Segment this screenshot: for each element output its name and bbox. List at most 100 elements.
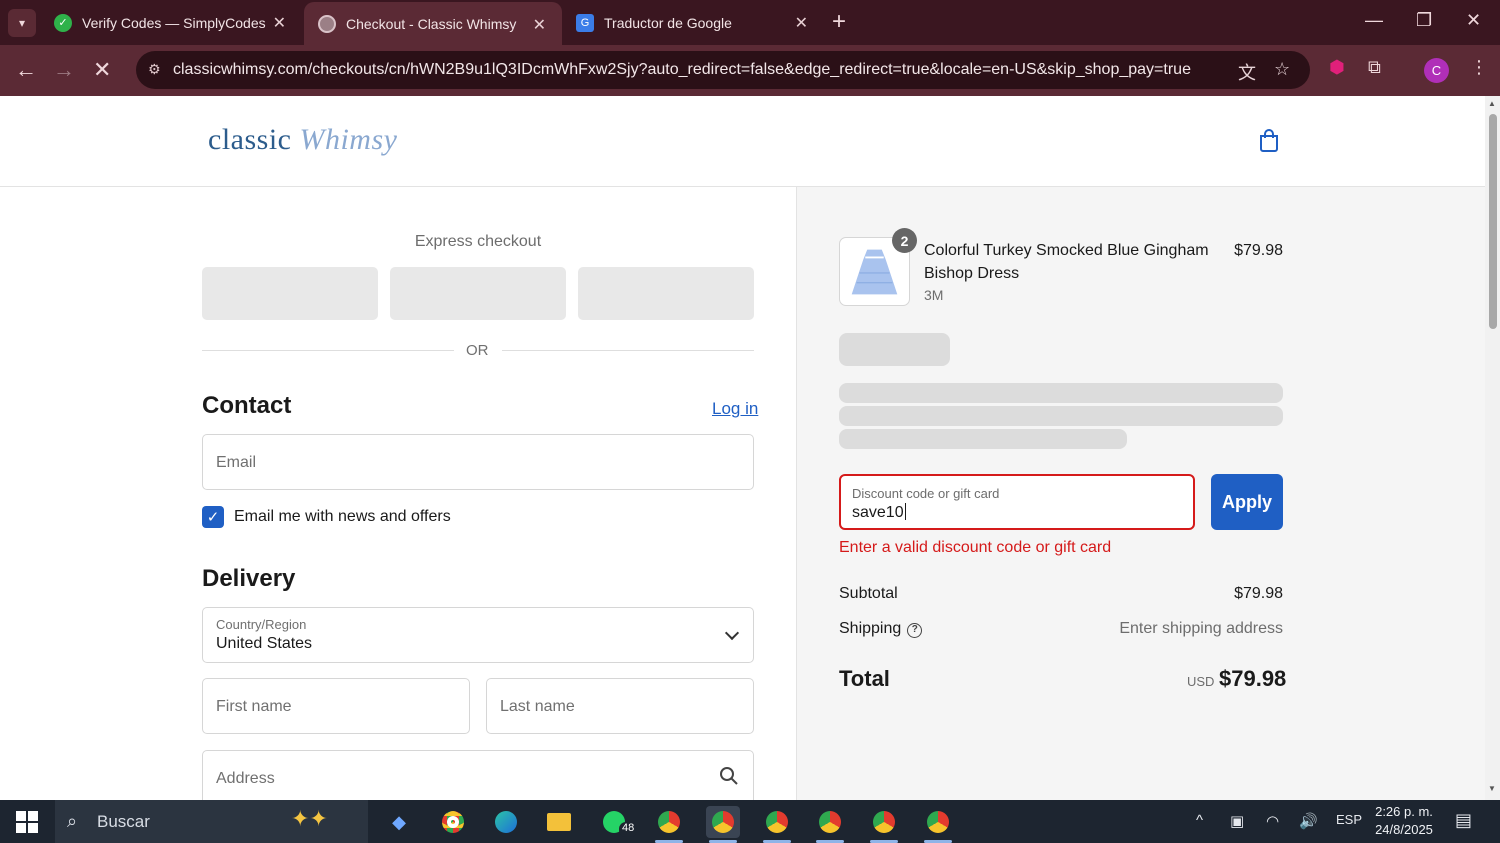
taskbar-search[interactable]: ⌕ Buscar ✦✦: [55, 800, 368, 843]
windows-start-icon[interactable]: [16, 811, 38, 833]
forward-icon[interactable]: →: [53, 57, 75, 83]
express-pay-button-3[interactable]: [578, 267, 754, 320]
checkout-page: classic Whimsy Express checkout OR Conta…: [0, 96, 1485, 800]
chrome-profile-app-icon[interactable]: [867, 806, 901, 843]
loading-skeleton: [839, 383, 1283, 403]
total-currency: USD: [1187, 674, 1215, 689]
new-tab-icon[interactable]: +: [832, 8, 846, 36]
address-bar[interactable]: ⚙ classicwhimsy.com/checkouts/cn/hWN2B9u…: [136, 51, 1310, 89]
store-header: classic Whimsy: [0, 96, 1485, 187]
text-caret: [904, 503, 906, 520]
discount-code-input[interactable]: Discount code or gift card save10: [839, 474, 1195, 530]
last-name-field[interactable]: Last name: [486, 678, 754, 734]
email-field[interactable]: Email: [202, 434, 754, 490]
chrome-profile-app-icon[interactable]: [760, 806, 794, 843]
tab-search-button[interactable]: ▾: [8, 9, 36, 37]
scroll-down-arrow-icon[interactable]: ▼: [1488, 784, 1496, 793]
system-clock[interactable]: 2:26 p. m. 24/8/2025: [1373, 803, 1435, 839]
loading-skeleton: [839, 429, 1127, 449]
country-value: United States: [216, 635, 313, 652]
chrome-profile-app-icon[interactable]: [706, 806, 740, 843]
shipping-label: Shipping: [839, 620, 902, 637]
tab-checkout[interactable]: Checkout - Classic Whimsy ✕: [304, 2, 562, 45]
chrome-app-icon[interactable]: [436, 806, 470, 838]
total-value: $79.98: [1219, 666, 1287, 691]
shipping-value: Enter shipping address: [1119, 620, 1283, 637]
discount-value: save10: [852, 503, 906, 522]
log-in-link[interactable]: Log in: [712, 399, 758, 419]
close-tab-icon[interactable]: ✕: [533, 15, 546, 35]
close-tab-icon[interactable]: ✕: [795, 13, 808, 33]
express-pay-button-1[interactable]: [202, 267, 378, 320]
product-variant: 3M: [924, 287, 944, 303]
tab-title: Checkout - Classic Whimsy: [346, 15, 517, 32]
subtotal-value: $79.98: [1234, 585, 1283, 602]
tab-title: Traductor de Google: [604, 14, 732, 31]
profile-avatar[interactable]: C: [1424, 58, 1449, 83]
address-placeholder: Address: [216, 770, 275, 787]
extensions-puzzle-icon[interactable]: ⧉: [1368, 57, 1381, 78]
page-scrollbar[interactable]: ▲ ▼: [1485, 96, 1500, 800]
browser-tab-bar: ▾ ✓ Verify Codes — SimplyCodes ✕ Checkou…: [0, 0, 1500, 45]
first-name-field[interactable]: First name: [202, 678, 470, 734]
edge-app-icon[interactable]: [489, 806, 523, 838]
express-pay-button-2[interactable]: [390, 267, 566, 320]
scroll-up-arrow-icon[interactable]: ▲: [1488, 99, 1496, 108]
first-name-placeholder: First name: [216, 698, 292, 715]
divider-left: [202, 350, 454, 351]
total-label: Total: [839, 666, 890, 691]
volume-icon[interactable]: 🔊: [1299, 812, 1318, 830]
or-separator: OR: [466, 342, 489, 359]
stop-loading-icon[interactable]: ✕: [93, 57, 111, 83]
chrome-profile-app-icon[interactable]: [921, 806, 955, 843]
show-hidden-icons-chevron-icon[interactable]: ^: [1196, 812, 1203, 829]
contact-heading: Contact: [202, 392, 292, 419]
language-indicator[interactable]: ESP: [1336, 812, 1362, 827]
wifi-icon[interactable]: ◠: [1266, 812, 1279, 830]
store-logo[interactable]: classic Whimsy: [208, 123, 397, 157]
tab-verify-codes[interactable]: ✓ Verify Codes — SimplyCodes ✕: [40, 0, 302, 45]
meet-now-icon[interactable]: ▣: [1230, 812, 1244, 830]
bookmark-star-icon[interactable]: ☆: [1274, 59, 1290, 80]
notifications-icon[interactable]: ▤: [1455, 810, 1472, 831]
logo-script-text: Whimsy: [299, 123, 398, 156]
newsletter-checkbox[interactable]: ✓: [202, 506, 224, 528]
copilot-app-icon[interactable]: ◆: [382, 806, 416, 838]
browser-menu-icon[interactable]: ⋮: [1470, 57, 1488, 78]
tab-google-translate[interactable]: G Traductor de Google ✕: [562, 0, 824, 45]
chrome-profile-app-icon[interactable]: [813, 806, 847, 843]
chrome-profile-app-icon[interactable]: [652, 806, 686, 843]
address-field[interactable]: Address: [202, 750, 754, 800]
newsletter-label: Email me with news and offers: [234, 508, 451, 525]
apply-discount-button[interactable]: Apply: [1211, 474, 1283, 530]
delivery-heading: Delivery: [202, 565, 296, 592]
site-info-icon[interactable]: ⚙: [148, 61, 161, 78]
close-window-icon[interactable]: ✕: [1466, 10, 1481, 31]
url-text[interactable]: classicwhimsy.com/checkouts/cn/hWN2B9u1l…: [173, 61, 1191, 79]
close-tab-icon[interactable]: ✕: [273, 13, 286, 33]
divider-right: [502, 350, 754, 351]
quantity-badge: 2: [892, 228, 917, 253]
windows-taskbar: ⌕ Buscar ✦✦ ◆ ^ ▣ ◠ 🔊 ESP 2:26 p. m. 24/…: [0, 800, 1500, 843]
ublock-extension-icon[interactable]: ⬢: [1329, 57, 1345, 78]
shopping-bag-icon[interactable]: [1257, 128, 1281, 152]
browser-toolbar: ← → ✕ ⚙ classicwhimsy.com/checkouts/cn/h…: [0, 45, 1500, 96]
clock-date: 24/8/2025: [1375, 822, 1433, 837]
tab-title: Verify Codes — SimplyCodes: [82, 14, 266, 31]
whatsapp-unread-badge: 48: [619, 822, 638, 837]
help-icon[interactable]: ?: [907, 623, 923, 638]
search-icon: [720, 767, 738, 785]
express-checkout-title: Express checkout: [414, 233, 542, 250]
scrollbar-thumb[interactable]: [1489, 114, 1497, 329]
classic-whimsy-favicon-icon: [318, 14, 336, 33]
country-select[interactable]: Country/Region United States: [202, 607, 754, 663]
back-icon[interactable]: ←: [15, 57, 37, 83]
minimize-icon[interactable]: —: [1365, 10, 1383, 31]
simplycodes-favicon-icon: ✓: [54, 13, 72, 32]
translate-page-icon[interactable]: 文: [1238, 59, 1256, 85]
shipping-row: Shipping? Enter shipping address: [839, 620, 1283, 638]
file-explorer-icon[interactable]: [542, 806, 576, 838]
restore-icon[interactable]: ❐: [1416, 10, 1432, 31]
subtotal-label: Subtotal: [839, 585, 898, 602]
product-price: $79.98: [1234, 242, 1283, 259]
